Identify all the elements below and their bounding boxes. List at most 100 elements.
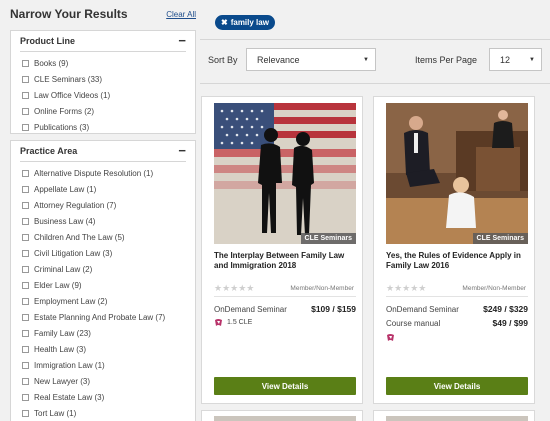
close-icon[interactable]: ✖ [221, 18, 228, 27]
checkbox[interactable] [22, 249, 29, 257]
facet-option[interactable]: Books (9) [11, 55, 195, 71]
cle-row: 1.5 CLE [214, 318, 356, 327]
divider [200, 83, 550, 84]
collapse-icon[interactable]: − [178, 34, 186, 47]
rating-stars-icon: ★★★★★ [386, 283, 427, 293]
facet-option[interactable]: Publications (3) [11, 119, 195, 135]
facet-option[interactable]: Attorney Regulation (7) [11, 197, 195, 213]
product-image-partial [214, 416, 356, 421]
checkbox[interactable] [22, 377, 29, 385]
divider [200, 39, 550, 40]
product-line-badge: CLE Seminars [300, 233, 356, 244]
items-per-page-select[interactable]: 12 ▼ [489, 48, 542, 71]
checkbox[interactable] [22, 233, 29, 241]
facet-option-label: Immigration Law (1) [34, 360, 105, 370]
sidebar-title: Narrow Your Results [10, 7, 128, 21]
facet-option[interactable]: Elder Law (9) [11, 277, 195, 293]
facet-option[interactable]: New Lawyer (3) [11, 373, 195, 389]
checkbox[interactable] [22, 393, 29, 401]
courtroom-image [386, 103, 528, 244]
active-filter-chip[interactable]: ✖ family law [215, 15, 275, 30]
facet-option-label: CLE Seminars (33) [34, 74, 103, 84]
facet-option[interactable]: Health Law (3) [11, 341, 195, 357]
checkbox[interactable] [22, 361, 29, 369]
facet-option-label: Business Law (4) [34, 216, 96, 226]
checkbox[interactable] [22, 169, 29, 177]
facet-option[interactable]: Law Office Videos (1) [11, 87, 195, 103]
dropdown-caret-icon: ▼ [529, 56, 535, 63]
facet-option[interactable]: Criminal Law (2) [11, 261, 195, 277]
filter-sidebar: Narrow Your Results Clear All Product Li… [10, 0, 196, 421]
facet-option[interactable]: Civil Litigation Law (3) [11, 245, 195, 261]
sidebar-header: Narrow Your Results Clear All [10, 0, 196, 28]
facet-option[interactable]: Appellate Law (1) [11, 181, 195, 197]
results-main: ✖ family law Sort By Relevance ▼ Items P… [200, 0, 550, 421]
facet-option-label: Estate Planning And Probate Law (7) [34, 312, 166, 322]
facet-option-label: Law Office Videos (1) [34, 90, 111, 100]
facet-product-line: Product Line − Books (9) CLE Seminars (3… [10, 30, 196, 134]
facet-title: Practice Area [20, 146, 78, 156]
collapse-icon[interactable]: − [178, 144, 186, 157]
checkbox[interactable] [22, 329, 29, 337]
checkbox[interactable] [22, 313, 29, 321]
view-details-button[interactable]: View Details [386, 377, 528, 395]
facet-option[interactable]: Immigration Law (1) [11, 357, 195, 373]
sort-select[interactable]: Relevance ▼ [246, 48, 376, 71]
price-row: OnDemand Seminar $249 / $329 [386, 304, 528, 314]
facet-option-label: Alternative Dispute Resolution (1) [34, 168, 154, 178]
checkbox[interactable] [22, 107, 29, 115]
dropdown-caret-icon: ▼ [363, 56, 369, 63]
sort-select-value: Relevance [257, 54, 300, 65]
checkbox[interactable] [22, 201, 29, 209]
product-image-partial [386, 416, 528, 421]
facet-option[interactable]: Employment Law (2) [11, 293, 195, 309]
cle-icon [215, 319, 222, 326]
facet-header[interactable]: Practice Area − [11, 141, 195, 161]
rating-stars-icon: ★★★★★ [214, 283, 255, 293]
view-details-button[interactable]: View Details [214, 377, 356, 395]
checkbox[interactable] [22, 91, 29, 99]
price-value: $249 / $329 [483, 304, 528, 314]
facet-title: Product Line [20, 36, 76, 46]
facet-option-label: Health Law (3) [34, 344, 87, 354]
product-image[interactable]: CLE Seminars [386, 103, 528, 244]
facet-option-label: Elder Law (9) [34, 280, 82, 290]
facet-header[interactable]: Product Line − [11, 31, 195, 51]
product-card: CLE Seminars The Interplay Between Famil… [201, 96, 363, 404]
facet-option[interactable]: CLE Seminars (33) [11, 71, 195, 87]
checkbox[interactable] [22, 185, 29, 193]
product-title[interactable]: Yes, the Rules of Evidence Apply in Fami… [386, 251, 528, 271]
product-card-partial [373, 410, 535, 421]
product-image[interactable]: CLE Seminars [214, 103, 356, 244]
facet-option[interactable]: Real Estate Law (3) [11, 389, 195, 405]
price-value: $109 / $159 [311, 304, 356, 314]
facet-option[interactable]: Online Forms (2) [11, 103, 195, 119]
facet-option[interactable]: Alternative Dispute Resolution (1) [11, 165, 195, 181]
checkbox[interactable] [22, 75, 29, 83]
checkbox[interactable] [22, 297, 29, 305]
facet-option[interactable]: Estate Planning And Probate Law (7) [11, 309, 195, 325]
sort-by-label: Sort By [208, 55, 238, 65]
format-label: OnDemand Seminar [386, 304, 459, 314]
checkbox[interactable] [22, 345, 29, 353]
checkbox[interactable] [22, 409, 29, 417]
checkbox[interactable] [22, 281, 29, 289]
items-per-page-value: 12 [500, 54, 511, 65]
product-title[interactable]: The Interplay Between Family Law and Imm… [214, 251, 356, 271]
facet-option-label: Employment Law (2) [34, 296, 108, 306]
format-label: OnDemand Seminar [214, 304, 287, 314]
checkbox[interactable] [22, 217, 29, 225]
format-label: Course manual [386, 318, 441, 328]
facet-option[interactable]: Children And The Law (5) [11, 229, 195, 245]
facet-option[interactable]: Family Law (23) [11, 325, 195, 341]
clear-all-link[interactable]: Clear All [166, 10, 196, 19]
pricing-label: Member/Non-Member [462, 285, 526, 292]
checkbox[interactable] [22, 265, 29, 273]
facet-option-label: New Lawyer (3) [34, 376, 91, 386]
facet-option[interactable]: Business Law (4) [11, 213, 195, 229]
checkbox[interactable] [22, 123, 29, 131]
facet-option[interactable]: Tort Law (1) [11, 405, 195, 421]
divider [20, 161, 186, 162]
items-per-page-label: Items Per Page [415, 55, 478, 65]
checkbox[interactable] [22, 59, 29, 67]
